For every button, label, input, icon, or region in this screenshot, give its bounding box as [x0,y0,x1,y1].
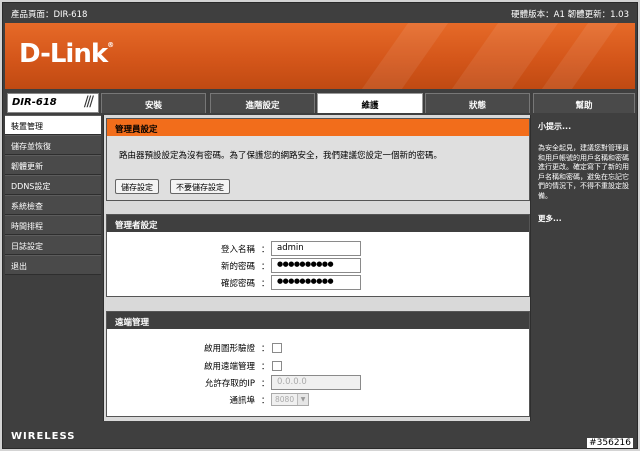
username-label: 登入名稱 [220,245,255,255]
sidebar-item-firmware[interactable]: 韌體更新 [5,155,101,175]
graphic-auth-checkbox[interactable] [272,343,282,353]
help-panel: 小提示... 為安全起見，建議您對管理員和用戶帳號的用戶名稱和密碼進行更改。確定… [533,115,635,421]
port-select[interactable]: 8080 ▼ [271,393,309,406]
sidebar-item-save-restore[interactable]: 儲存並恢復 [5,135,101,155]
sidebar-item-log-settings[interactable]: 日誌設定 [5,235,101,255]
dlink-logo: D-Link® [19,39,114,69]
save-settings-button[interactable]: 儲存設定 [115,179,159,194]
admin-settings-section: 管理者設定 登入名稱 ： admin 新的密碼 ： ●●●●●●●●●● 確認密… [106,214,530,297]
top-navigation: DIR-618/// 安裝 進階設定 維護 狀態 幫助 [5,91,635,115]
sidebar-item-schedules[interactable]: 時間排程 [5,215,101,235]
tab-advanced[interactable]: 進階設定 [210,93,315,113]
help-title: 小提示... [538,122,572,131]
new-password-label: 新的密碼 [220,262,255,272]
allowed-ip-input[interactable]: 0.0.0.0 [271,375,361,390]
remote-management-section: 遠端管理 啟用圖形驗證 ： 啟用遠端管理 ： 允許存取的IP ： 0.0.0.0… [106,311,530,417]
chevron-down-icon: ▼ [297,394,308,405]
allowed-ip-label: 允許存取的IP [204,379,255,389]
remote-admin-checkbox[interactable] [272,361,282,371]
sidebar-item-device-admin[interactable]: 裝置管理 [5,115,101,135]
brand-banner: D-Link® [5,23,635,89]
port-label: 通訊埠 [229,396,255,406]
version-info: 硬體版本：A1 韌體更新：1.03 [511,10,629,20]
confirm-password-label: 確認密碼 [220,279,255,289]
sidebar-item-system-check[interactable]: 系統檢查 [5,195,101,215]
new-password-input[interactable]: ●●●●●●●●●● [271,258,361,273]
wireless-logo: WIRELESS [11,431,76,442]
help-more-link[interactable]: 更多... [533,201,635,224]
graphic-auth-label: 啟用圖形驗證 [203,344,255,354]
confirm-password-input[interactable]: ●●●●●●●●●● [271,275,361,290]
admin-intro-message: 路由器預設設定為沒有密碼。為了保護您的網路安全，我們建議您設定一個新的密碼。 [119,151,443,161]
admin-intro-section: 管理員設定 路由器預設設定為沒有密碼。為了保護您的網路安全，我們建議您設定一個新… [106,118,530,201]
sidebar-item-ddns[interactable]: DDNS設定 [5,175,101,195]
tab-help[interactable]: 幫助 [533,93,635,113]
help-body: 為安全起見，建議您對管理員和用戶帳號的用戶名稱和密碼進行更改。確定寫下了新的用戶… [538,144,629,200]
footer-bar: WIRELESS #356216 [3,423,637,448]
sidebar-item-logout[interactable]: 退出 [5,255,101,275]
tab-maintenance[interactable]: 維護 [317,93,423,113]
image-id-label: #356216 [587,438,633,448]
remote-admin-label: 啟用遠端管理 [203,362,255,372]
dont-save-settings-button[interactable]: 不要儲存設定 [170,179,230,194]
router-admin-window: 產品頁面：DIR-618 硬體版本：A1 韌體更新：1.03 D-Link® D… [2,2,638,449]
model-badge: DIR-618/// [7,93,99,113]
product-page-label: 產品頁面：DIR-618 [11,10,88,20]
admin-settings-title: 管理者設定 [107,215,529,232]
top-info-bar: 產品頁面：DIR-618 硬體版本：A1 韌體更新：1.03 [3,3,637,23]
tab-setup[interactable]: 安裝 [101,93,206,113]
tab-status[interactable]: 狀態 [425,93,530,113]
remote-management-title: 遠端管理 [107,312,529,329]
username-input[interactable]: admin [271,241,361,256]
main-content: 管理員設定 路由器預設設定為沒有密碼。為了保護您的網路安全，我們建議您設定一個新… [103,115,531,421]
sidebar-menu: 裝置管理 儲存並恢復 韌體更新 DDNS設定 系統檢查 時間排程 日誌設定 退出 [5,115,101,421]
admin-intro-title: 管理員設定 [107,119,529,136]
